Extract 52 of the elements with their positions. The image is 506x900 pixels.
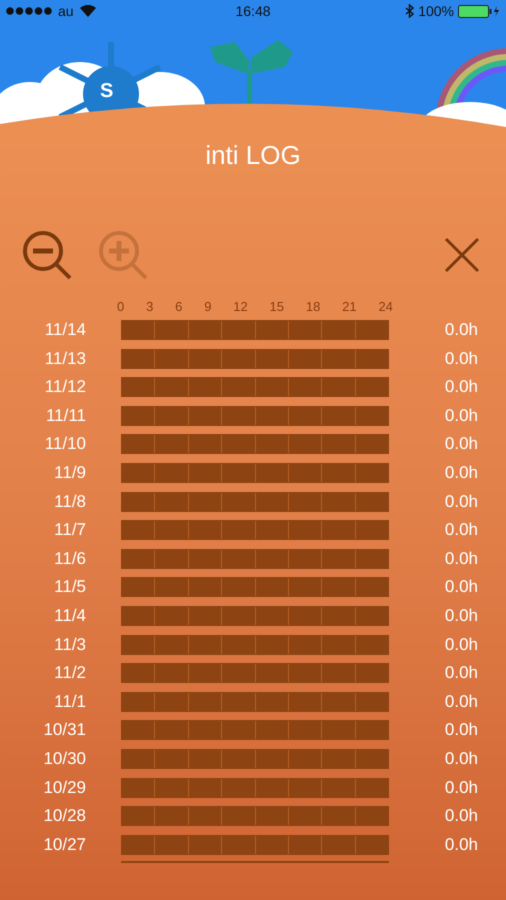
hours-total: 0.0h — [444, 719, 479, 742]
hours-total: 0.0h — [444, 776, 479, 798]
hour-tick-label: 3 — [146, 299, 154, 314]
hour-tick-label: 18 — [306, 299, 320, 314]
battery-percent: 100% — [418, 3, 454, 19]
clock-time: 16:48 — [235, 3, 271, 19]
date-label: 11/6 — [53, 548, 87, 570]
date-label: 11/1 — [53, 690, 87, 713]
app-title: inti LOG — [205, 140, 301, 171]
date-label: 11/14 — [44, 319, 87, 341]
hour-tick-label: 21 — [342, 299, 357, 314]
date-label: 11/10 — [44, 433, 87, 456]
hours-total: 0.0h — [444, 834, 479, 856]
date-label: 11/11 — [44, 404, 87, 427]
date-label: 11/3 — [53, 634, 87, 656]
hour-tick-label: 24 — [378, 299, 393, 314]
carrier-label: au — [58, 3, 74, 19]
date-label: 11/8 — [53, 490, 87, 513]
date-label: 10/29 — [42, 776, 87, 798]
hours-total: 0.0h — [444, 748, 479, 770]
date-label: 11/13 — [44, 348, 87, 370]
date-label: 11/9 — [53, 462, 87, 484]
hours-total: 0.0h — [444, 604, 479, 627]
hour-tick-label: 9 — [204, 299, 212, 314]
date-label: 11/4 — [53, 604, 87, 627]
hours-total: 0.0h — [444, 462, 479, 484]
hours-total: 0.0h — [444, 634, 479, 656]
sun-logo-label: S — [100, 80, 114, 103]
hours-total: 0.0h — [444, 433, 479, 456]
date-label: 11/2 — [53, 662, 87, 684]
hours-total: 0.0h — [444, 490, 479, 513]
hours-total: 0.0h — [444, 690, 479, 713]
hours-total: 0.0h — [444, 805, 479, 828]
hours-total: 0.0h — [444, 576, 479, 598]
hours-total: 0.0h — [444, 348, 479, 370]
hour-tick-label: 6 — [175, 299, 182, 314]
hours-total: 0.0h — [444, 548, 479, 570]
date-label: 10/31 — [42, 719, 87, 742]
date-label: 11/5 — [53, 576, 87, 598]
hours-total: 0.0h — [444, 376, 479, 398]
hours-total: 0.0h — [444, 404, 479, 427]
date-label: 11/12 — [44, 376, 87, 398]
hour-tick-label: 12 — [233, 299, 248, 314]
hours-total: 0.0h — [444, 519, 479, 542]
date-label: 10/28 — [42, 805, 87, 828]
date-label: 11/7 — [53, 519, 87, 542]
date-label: 10/27 — [42, 834, 87, 856]
hour-tick-label: 0 — [117, 299, 124, 314]
hours-total: 0.0h — [444, 319, 479, 341]
hour-tick-label: 15 — [270, 299, 284, 314]
date-label: 10/30 — [42, 748, 87, 770]
hours-total: 0.0h — [444, 662, 479, 684]
